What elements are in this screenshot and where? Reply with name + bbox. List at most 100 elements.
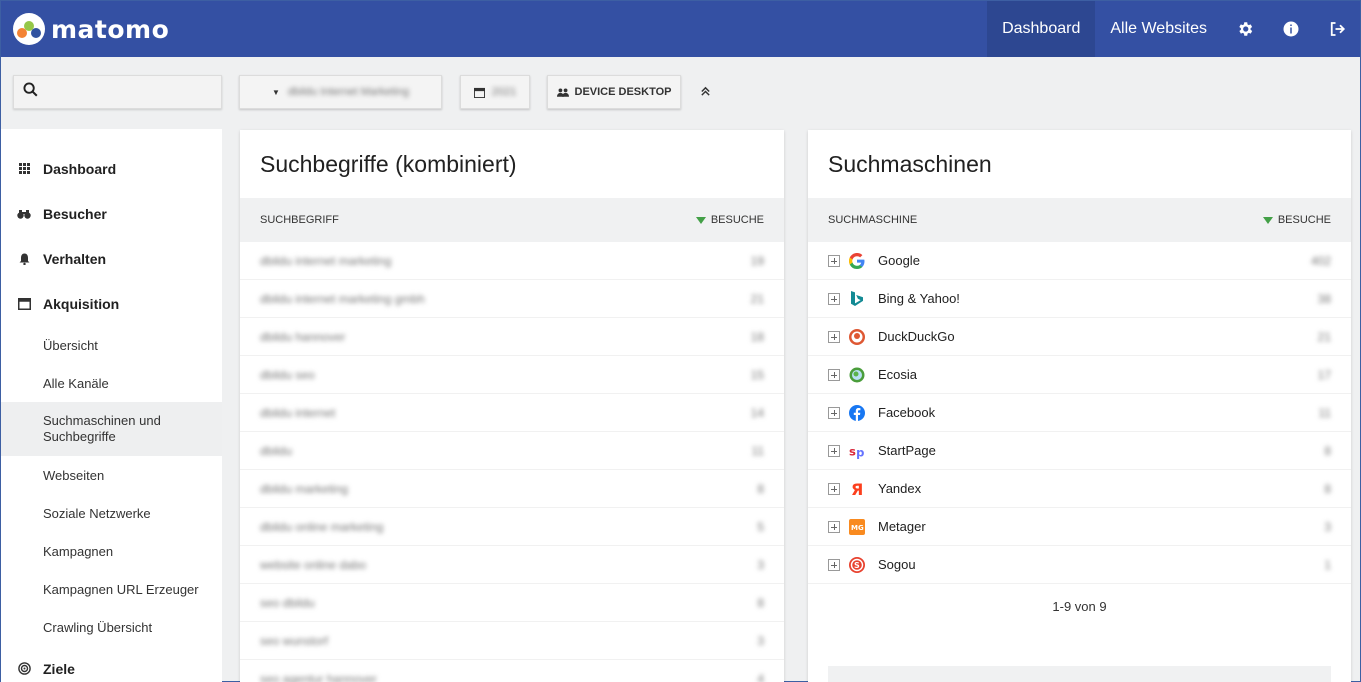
- expand-icon[interactable]: [828, 330, 840, 343]
- keyword-label: seo agentur hannover: [260, 671, 377, 682]
- sidebar-subitem-crawling[interactable]: Crawling Übersicht: [1, 608, 222, 646]
- google-icon: [849, 252, 865, 269]
- sidebar-subitem-social[interactable]: Soziale Netzwerke: [1, 494, 222, 532]
- startpage-icon: sp: [849, 443, 865, 459]
- column-header-search-engine[interactable]: SUCHMASCHINE: [828, 214, 917, 226]
- visits-value: 3: [757, 557, 764, 572]
- sidebar-subitem-websites[interactable]: Webseiten: [1, 456, 222, 494]
- visits-value: 11: [1318, 405, 1331, 420]
- visits-value: 3: [757, 633, 764, 648]
- expand-icon[interactable]: [828, 254, 840, 267]
- table-row[interactable]: dbildu hannover 18: [240, 318, 784, 356]
- date-label: 2021: [491, 86, 517, 98]
- matomo-logo[interactable]: matomo: [13, 13, 169, 45]
- widget-title: Suchbegriffe (kombiniert): [260, 150, 517, 177]
- sidebar-item-label: Dashboard: [43, 160, 117, 177]
- table-row[interactable]: Bing & Yahoo! 38: [808, 280, 1351, 318]
- top-nav: Dashboard Alle Websites: [987, 1, 1360, 57]
- search-engine-name: DuckDuckGo: [878, 329, 955, 344]
- visits-value: 5: [757, 519, 764, 534]
- sogou-icon: S: [849, 556, 865, 573]
- table-row[interactable]: website online dabo 3: [240, 546, 784, 584]
- expand-icon[interactable]: [828, 558, 840, 571]
- visits-value: 17: [1317, 367, 1331, 382]
- caret-down-icon: ▼: [272, 87, 280, 97]
- search-engine-name: Metager: [878, 519, 926, 534]
- table-row[interactable]: dbildu 11: [240, 432, 784, 470]
- logout-icon[interactable]: [1314, 1, 1360, 57]
- table-row[interactable]: Ecosia 17: [808, 356, 1351, 394]
- visits-value: 14: [750, 405, 764, 420]
- search-engine-name: Facebook: [878, 405, 936, 420]
- nav-dashboard[interactable]: Dashboard: [987, 1, 1096, 57]
- table-row[interactable]: seo dbildu 8: [240, 584, 784, 622]
- table-row[interactable]: S Sogou 1: [808, 546, 1351, 584]
- expand-icon[interactable]: [828, 444, 840, 457]
- table-header: SUCHBEGRIFF BESUCHE: [240, 198, 784, 242]
- sidebar-item-behavior[interactable]: Verhalten: [1, 236, 222, 281]
- keyword-label: dbildu online marketing: [260, 519, 384, 534]
- sidebar-subitem-overview[interactable]: Übersicht: [1, 326, 222, 364]
- sidebar-subitem-all-channels[interactable]: Alle Kanäle: [1, 364, 222, 402]
- search-box[interactable]: [13, 75, 222, 109]
- sidebar-item-label: Akquisition: [43, 295, 120, 312]
- sidebar-item-dashboard[interactable]: Dashboard: [1, 146, 222, 191]
- table-row[interactable]: dbildu internet marketing gmbh 21: [240, 280, 784, 318]
- table-row[interactable]: dbildu marketing 8: [240, 470, 784, 508]
- sidebar-subitem-search-engines[interactable]: Suchmaschinen und Suchbegriffe: [1, 402, 222, 456]
- visits-value: 18: [750, 329, 764, 344]
- expand-icon[interactable]: [828, 520, 840, 533]
- window-icon: [17, 297, 31, 311]
- table-row[interactable]: dbildu online marketing 5: [240, 508, 784, 546]
- table-row[interactable]: Facebook 11: [808, 394, 1351, 432]
- expand-icon[interactable]: [828, 368, 840, 381]
- keyword-label: dbildu internet marketing: [260, 253, 392, 268]
- expand-icon[interactable]: [828, 482, 840, 495]
- column-header-keyword[interactable]: SUCHBEGRIFF: [260, 214, 339, 226]
- nav-all-websites[interactable]: Alle Websites: [1095, 1, 1222, 57]
- search-engine-name: Google: [878, 253, 920, 268]
- table-row[interactable]: Я Yandex 8: [808, 470, 1351, 508]
- date-selector[interactable]: 2021: [460, 75, 530, 109]
- bell-icon: [17, 252, 31, 266]
- keyword-label: seo dbildu: [260, 595, 315, 610]
- expand-icon[interactable]: [828, 406, 840, 419]
- expand-icon[interactable]: [828, 292, 840, 305]
- sidebar: Dashboard Besucher Verhalten Akquisition…: [1, 129, 222, 682]
- widget-title: Suchmaschinen: [828, 150, 992, 177]
- sidebar-subitem-campaign-url[interactable]: Kampagnen URL Erzeuger: [1, 570, 222, 608]
- sidebar-item-label: Verhalten: [43, 250, 107, 267]
- grid-icon: [17, 162, 31, 176]
- sidebar-item-label: Ziele: [43, 660, 75, 677]
- keyword-label: seo wunstorf: [260, 633, 329, 648]
- search-engine-name: StartPage: [878, 443, 936, 458]
- site-selector[interactable]: ▼ dbildu Internet Marketing: [239, 75, 442, 109]
- table-row[interactable]: dbildu internet 14: [240, 394, 784, 432]
- search-icon: [23, 82, 38, 102]
- column-header-visits[interactable]: BESUCHE: [1262, 214, 1331, 226]
- table-row[interactable]: DuckDuckGo 21: [808, 318, 1351, 356]
- table-row[interactable]: seo wunstorf 3: [240, 622, 784, 660]
- visits-value: 3: [1324, 519, 1331, 534]
- table-row[interactable]: seo agentur hannover 4: [240, 660, 784, 682]
- search-input[interactable]: [44, 84, 214, 100]
- table-row[interactable]: s p StartPage 8: [808, 432, 1351, 470]
- keyword-label: dbildu internet: [260, 405, 336, 420]
- info-icon[interactable]: [1268, 1, 1314, 57]
- table-row[interactable]: dbildu seo 15: [240, 356, 784, 394]
- table-row[interactable]: dbildu internet marketing 19: [240, 242, 784, 280]
- matomo-logo-icon: [13, 13, 45, 45]
- sidebar-subitem-campaigns[interactable]: Kampagnen: [1, 532, 222, 570]
- svg-text:MG: MG: [851, 524, 864, 532]
- sidebar-item-visitors[interactable]: Besucher: [1, 191, 222, 236]
- segment-selector[interactable]: DEVICE DESKTOP: [547, 75, 681, 109]
- table-row[interactable]: MG Metager 3: [808, 508, 1351, 546]
- sidebar-item-acquisition[interactable]: Akquisition: [1, 281, 222, 326]
- column-header-visits[interactable]: BESUCHE: [695, 214, 764, 226]
- gear-icon[interactable]: [1222, 1, 1268, 57]
- sidebar-item-goals[interactable]: Ziele: [1, 646, 222, 682]
- collapse-filters-icon[interactable]: [695, 81, 715, 101]
- table-row[interactable]: Google 402: [808, 242, 1351, 280]
- users-icon: [556, 87, 569, 97]
- sidebar-subitem-label: Suchmaschinen und Suchbegriffe: [43, 413, 161, 444]
